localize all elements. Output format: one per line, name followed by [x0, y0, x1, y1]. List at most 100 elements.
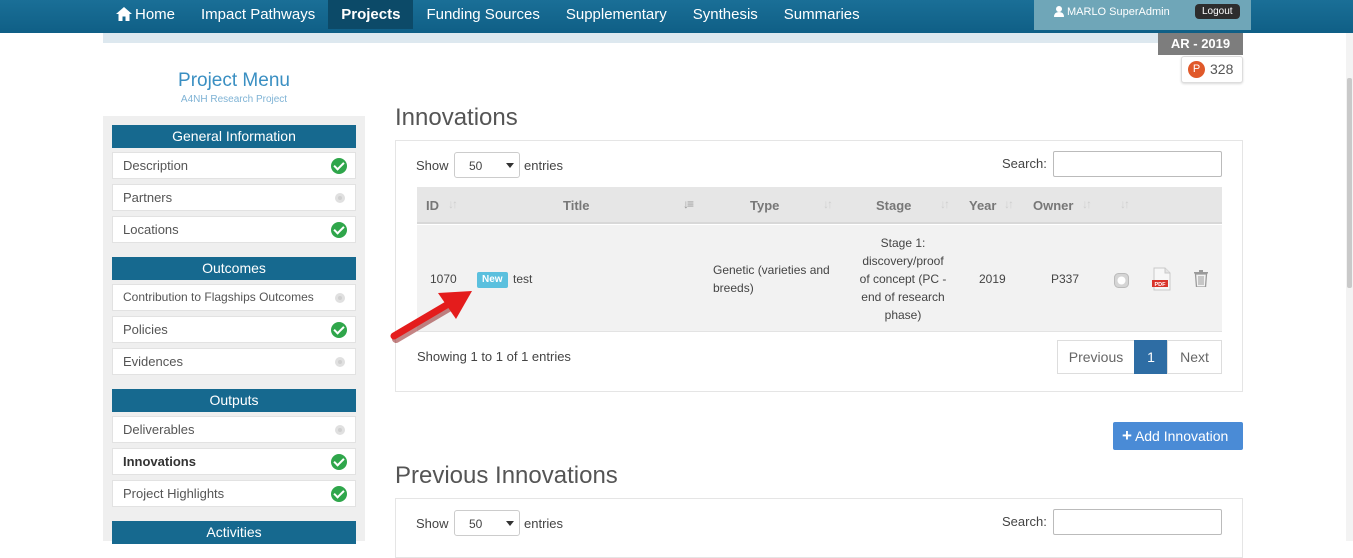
check-icon: [331, 486, 347, 502]
show-label: Show: [416, 516, 449, 531]
trash-icon[interactable]: [1194, 270, 1208, 287]
add-innovation-button[interactable]: + Add Innovation: [1113, 422, 1243, 450]
search-input[interactable]: [1053, 151, 1222, 177]
sort-icon[interactable]: ↓↑: [448, 197, 458, 211]
stage-line: discovery/proof: [862, 254, 944, 268]
check-icon: [331, 222, 347, 238]
sidebar-item-partners[interactable]: Partners: [112, 184, 356, 211]
cell-owner: P337: [1051, 272, 1080, 286]
sidebar-item-innovations[interactable]: Innovations: [112, 448, 356, 475]
sidebar-item-contribution-to-flagships-outcomes[interactable]: Contribution to Flagships Outcomes: [112, 284, 356, 311]
points-indicator: P 328: [1181, 56, 1243, 83]
previous-innovations-panel: Show 50 entries Search:: [395, 498, 1243, 558]
new-badge: New: [477, 272, 508, 288]
sidebar-item-label: Contribution to Flagships Outcomes: [123, 290, 314, 304]
sort-icon[interactable]: ↓↑: [1082, 197, 1092, 211]
nav-synthesis[interactable]: Synthesis: [680, 0, 771, 29]
entries-label: entries: [524, 158, 564, 173]
user-icon: [1054, 6, 1064, 17]
nav-projects[interactable]: Projects: [328, 0, 414, 29]
scrollbar-thumb[interactable]: [1347, 78, 1352, 288]
type-line: Genetic (varieties and: [713, 263, 830, 277]
add-innovation-label: Add Innovation: [1134, 428, 1229, 444]
page-size-value: 50: [469, 517, 483, 531]
pending-dot-icon: [335, 193, 345, 203]
search-input[interactable]: [1053, 509, 1222, 535]
sidebar-item-project-highlights[interactable]: Project Highlights: [112, 480, 356, 507]
nav-funding-sources[interactable]: Funding Sources: [413, 0, 552, 29]
stage-line: phase): [884, 308, 922, 322]
annotation-arrow-icon: [390, 291, 472, 343]
table-row[interactable]: 1070 New test Genetic (varieties and bre…: [417, 225, 1222, 332]
sort-icon[interactable]: ↓↑: [823, 197, 833, 211]
logout-button[interactable]: Logout: [1195, 4, 1240, 19]
innovations-table-panel: Show 50 entries Search: ID ↓↑ Title ↓≡ T…: [395, 140, 1243, 392]
user-name[interactable]: MARLO SuperAdmin: [1067, 6, 1170, 18]
nav-supplementary[interactable]: Supplementary: [553, 0, 680, 29]
column-header-owner[interactable]: Owner: [1033, 198, 1073, 213]
plus-icon: +: [1122, 426, 1132, 445]
page-title: Innovations: [395, 104, 518, 131]
cell-id: 1070: [430, 272, 457, 286]
stage-line: end of research: [861, 290, 945, 304]
home-icon: [116, 7, 132, 21]
type-line: breeds): [713, 281, 754, 295]
user-box: MARLO SuperAdmin Logout: [1034, 0, 1251, 30]
table-info: Showing 1 to 1 of 1 entries: [417, 349, 571, 364]
sidebar-item-deliverables[interactable]: Deliverables: [112, 416, 356, 443]
page-size-value: 50: [469, 159, 483, 173]
column-header-title[interactable]: Title: [563, 198, 590, 213]
caret-down-icon: [506, 163, 514, 168]
sidebar-item-locations[interactable]: Locations: [112, 216, 356, 243]
project-menu-title: Project Menu: [178, 70, 290, 91]
check-icon: [331, 454, 347, 470]
check-icon: [331, 158, 347, 174]
status-circle-icon[interactable]: [1114, 273, 1129, 288]
phase-badge[interactable]: AR - 2019: [1158, 33, 1243, 55]
column-header-type[interactable]: Type: [750, 198, 779, 213]
cell-title-link[interactable]: test: [513, 270, 532, 288]
cell-year: 2019: [979, 272, 1006, 286]
nav-home-label: Home: [135, 6, 176, 23]
page-size-select[interactable]: 50: [454, 510, 520, 536]
sidebar-item-label: Project Highlights: [123, 486, 225, 501]
sidebar-item-description[interactable]: Description: [112, 152, 356, 179]
search-label: Search:: [1002, 156, 1047, 171]
caret-down-icon: [506, 521, 514, 526]
nav-impact-pathways[interactable]: Impact Pathways: [188, 0, 328, 29]
sidebar-item-policies[interactable]: Policies: [112, 316, 356, 343]
cell-stage: Stage 1: discovery/proof of concept (PC …: [853, 234, 953, 324]
previous-innovations-title: Previous Innovations: [395, 462, 618, 489]
pdf-icon-label: PDF: [1155, 282, 1167, 288]
sub-header-bar: [103, 33, 1243, 43]
show-label: Show: [416, 158, 449, 173]
sort-icon[interactable]: ↓↑: [1120, 197, 1130, 211]
sidebar-item-label: Policies: [123, 322, 168, 337]
search-label: Search:: [1002, 514, 1047, 529]
pending-dot-icon: [335, 293, 345, 303]
table-header: ID ↓↑ Title ↓≡ Type ↓↑ Stage ↓↑ Year ↓↑ …: [417, 187, 1222, 224]
pagination-previous[interactable]: Previous: [1057, 340, 1135, 374]
nav-summaries[interactable]: Summaries: [771, 0, 873, 29]
column-header-id[interactable]: ID: [426, 198, 439, 213]
points-badge-icon: P: [1188, 61, 1205, 78]
pagination-page-1[interactable]: 1: [1134, 340, 1168, 374]
pending-dot-icon: [335, 357, 345, 367]
page-scrollbar[interactable]: [1346, 33, 1353, 541]
main-menu: Home Impact Pathways Projects Funding So…: [103, 0, 873, 29]
project-menu-subtitle: A4NH Research Project: [180, 94, 288, 105]
pdf-icon[interactable]: PDF: [1150, 267, 1174, 291]
sidebar-item-label: Description: [123, 158, 189, 173]
column-header-stage[interactable]: Stage: [876, 198, 911, 213]
nav-home[interactable]: Home: [103, 0, 188, 29]
sort-icon[interactable]: ↓↑: [940, 197, 950, 211]
top-navigation-bar: Home Impact Pathways Projects Funding So…: [0, 0, 1353, 33]
sort-desc-icon[interactable]: ↓≡: [683, 197, 694, 211]
column-header-year[interactable]: Year: [969, 198, 996, 213]
project-menu-sidebar: General Information Description Partners…: [103, 116, 365, 544]
sort-icon[interactable]: ↓↑: [1004, 197, 1014, 211]
sidebar-item-evidences[interactable]: Evidences: [112, 348, 356, 375]
pagination-next[interactable]: Next: [1167, 340, 1222, 374]
page-size-select[interactable]: 50: [454, 152, 520, 178]
stage-line: of concept (PC -: [859, 272, 947, 286]
